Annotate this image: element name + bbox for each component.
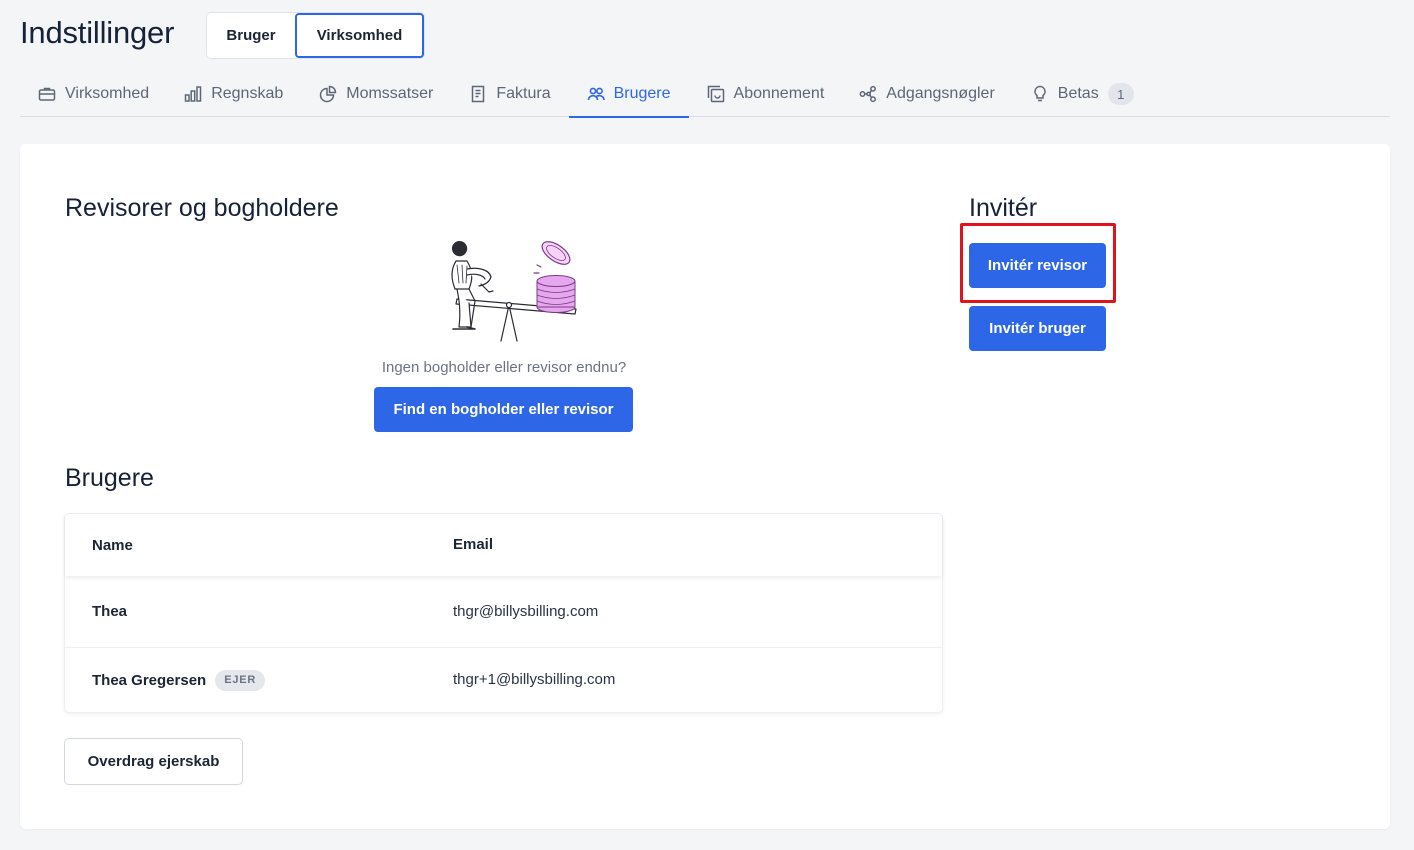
tab-label: Betas [1057, 85, 1099, 102]
lightbulb-icon [1034, 85, 1046, 102]
tab-faktura[interactable]: Faktura [469, 71, 551, 117]
document-icon [472, 85, 485, 103]
briefcase-icon [38, 87, 56, 101]
users-icon [587, 87, 605, 101]
share-nodes-icon [859, 85, 877, 103]
users-table: Name Email Thea thgr@billysbilling.com T… [65, 514, 942, 712]
subscription-icon [707, 85, 724, 103]
user-email: thgr+1@billysbilling.com [453, 671, 616, 688]
owner-badge: EJER [215, 669, 266, 691]
tab-regnskab[interactable]: Regnskab [184, 71, 283, 117]
accountants-section-title: Revisorer og bogholdere [65, 194, 339, 222]
table-header: Name Email [65, 514, 942, 576]
transfer-ownership-button[interactable]: Overdrag ejerskab [65, 739, 242, 784]
table-row[interactable]: Thea Gregersen EJER thgr+1@billysbilling… [65, 648, 942, 712]
scope-user-button[interactable]: Bruger [207, 13, 295, 58]
seesaw-illustration [451, 241, 577, 342]
table-row[interactable]: Thea thgr@billysbilling.com [65, 576, 942, 648]
tab-betas[interactable]: Betas 1 [1031, 71, 1134, 117]
scope-toggle: Bruger Virksomhed [207, 13, 424, 58]
tab-label: Adgangsnøgler [886, 85, 995, 102]
tab-momssatser[interactable]: Momssatser [319, 71, 433, 117]
invite-section-title: Invitér [969, 194, 1038, 222]
settings-tabs: Virksomhed Regnskab Momssatser Faktura B… [20, 71, 1390, 118]
page-title: Indstillinger [20, 15, 175, 50]
bar-chart-icon [184, 86, 202, 102]
tab-label: Abonnement [733, 85, 825, 102]
tab-label: Regnskab [211, 85, 284, 102]
user-name: Thea Gregersen [92, 671, 207, 689]
settings-page: Indstillinger Bruger Virksomhed Virksomh… [0, 0, 1414, 850]
users-section-title: Brugere [65, 464, 154, 492]
tab-virksomhed[interactable]: Virksomhed [38, 71, 149, 117]
tab-label: Virksomhed [65, 85, 150, 102]
column-header-email[interactable]: Email [453, 536, 493, 553]
no-accountant-text: Ingen bogholder eller revisor endnu? [381, 359, 627, 376]
pie-chart-icon [319, 85, 337, 103]
users-settings-card: Revisorer og bogholdere Ingen bogholder … [20, 144, 1390, 829]
tab-label: Faktura [496, 85, 551, 102]
scope-company-button[interactable]: Virksomhed [295, 13, 424, 58]
tab-abonnement[interactable]: Abonnement [707, 71, 825, 117]
user-name: Thea [92, 603, 128, 620]
find-accountant-button[interactable]: Find en bogholder eller revisor [374, 387, 633, 432]
tab-adgangsnogler[interactable]: Adgangsnøgler [859, 71, 995, 117]
invite-user-button[interactable]: Invitér bruger [969, 306, 1106, 351]
invite-accountant-button[interactable]: Invitér revisor [969, 243, 1106, 288]
user-email: thgr@billysbilling.com [453, 602, 599, 620]
column-header-name[interactable]: Name [92, 537, 133, 554]
betas-count-badge: 1 [1107, 83, 1134, 105]
tab-label: Brugere [613, 85, 671, 102]
tab-brugere[interactable]: Brugere [568, 71, 689, 118]
tab-label: Momssatser [346, 85, 434, 102]
